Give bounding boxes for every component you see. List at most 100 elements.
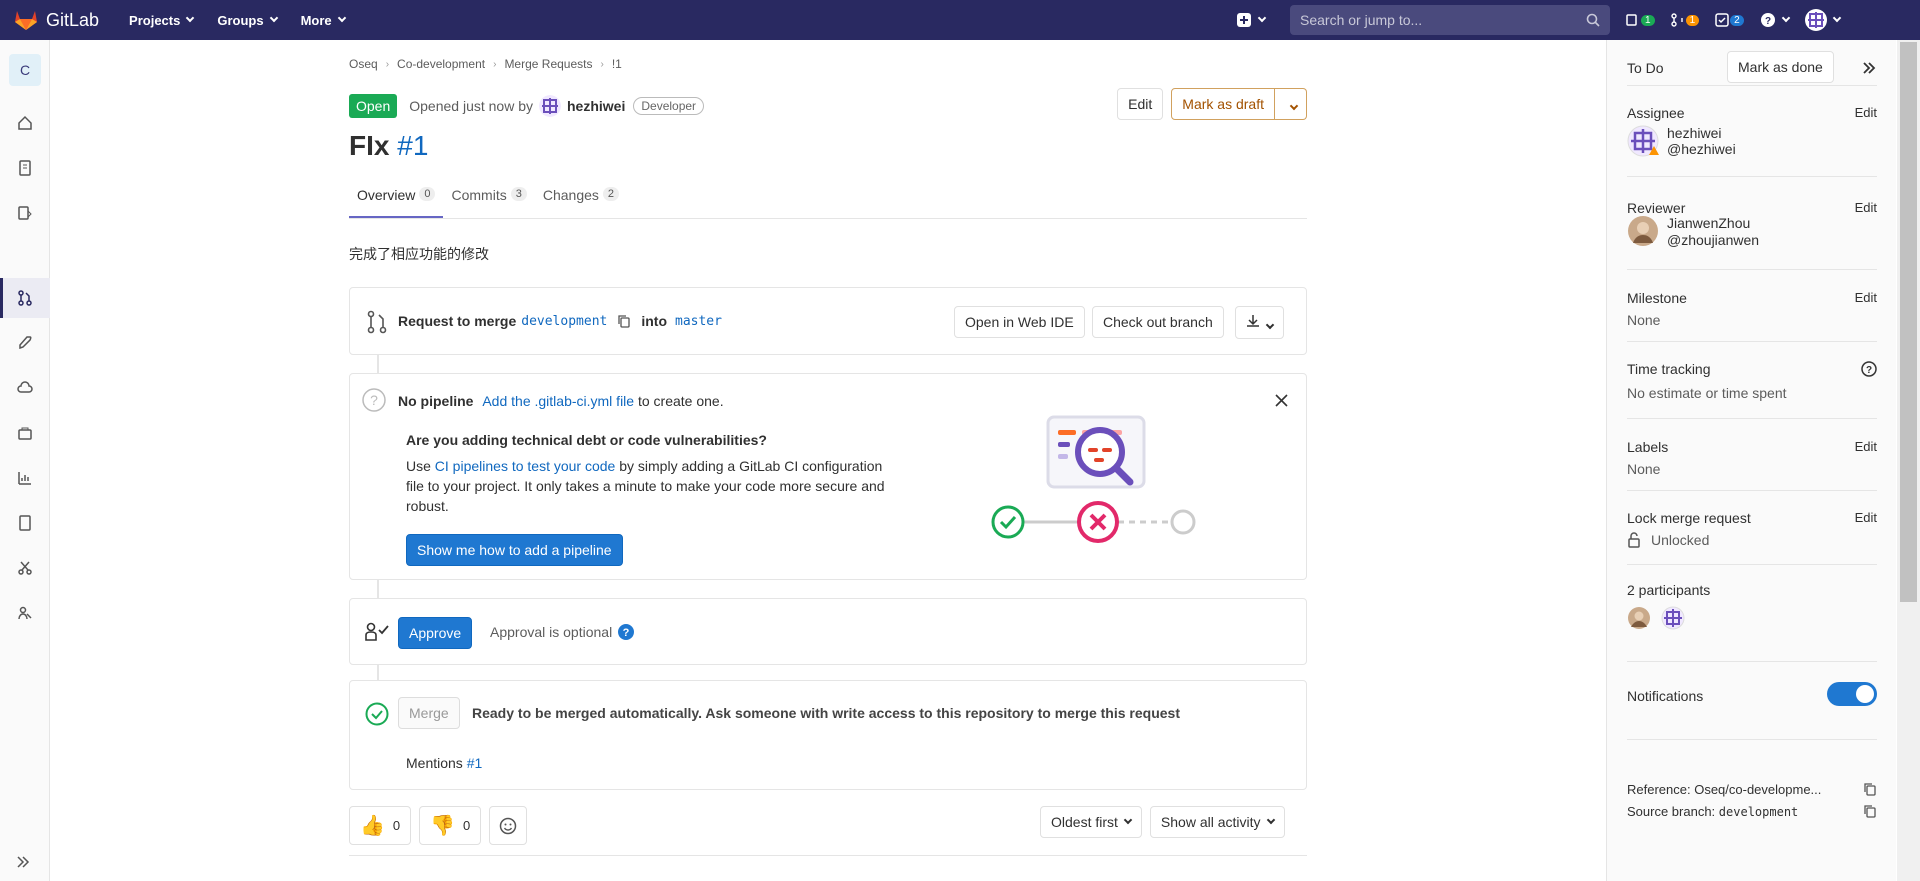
wiki-icon[interactable] bbox=[15, 513, 35, 533]
home-icon[interactable] bbox=[15, 113, 35, 133]
add-reaction-button[interactable] bbox=[489, 806, 528, 845]
award-emoji-bar: 👍 0 👎 0 bbox=[349, 806, 528, 845]
approve-button[interactable]: Approve bbox=[398, 617, 473, 649]
analytics-icon[interactable] bbox=[15, 468, 35, 488]
merge-button[interactable]: Merge bbox=[398, 697, 460, 729]
timeline-connector bbox=[377, 580, 379, 598]
todos-link[interactable]: 2 bbox=[1715, 13, 1744, 27]
members-icon[interactable] bbox=[15, 603, 35, 623]
target-branch-link[interactable]: master bbox=[675, 314, 722, 329]
chevron-down-icon bbox=[1832, 13, 1841, 23]
breadcrumb-merge-requests[interactable]: Merge Requests bbox=[504, 57, 592, 71]
issues-icon[interactable] bbox=[15, 203, 35, 223]
thumbs-down-button[interactable]: 👎 0 bbox=[419, 806, 482, 845]
copy-icon[interactable] bbox=[617, 314, 631, 328]
search-input[interactable]: Search or jump to... bbox=[1290, 5, 1610, 35]
copy-icon[interactable] bbox=[1863, 782, 1877, 796]
labels-edit-link[interactable]: Edit bbox=[1855, 439, 1877, 454]
notifications-toggle[interactable] bbox=[1827, 682, 1877, 706]
mark-as-draft-button[interactable]: Mark as draft bbox=[1171, 88, 1275, 120]
chevron-down-icon bbox=[1257, 13, 1267, 23]
help-icon[interactable]: ? bbox=[1861, 361, 1877, 377]
checkout-branch-button[interactable]: Check out branch bbox=[1092, 306, 1224, 338]
reviewer-edit-link[interactable]: Edit bbox=[1855, 200, 1877, 215]
cloud-icon[interactable] bbox=[15, 378, 35, 398]
download-icon bbox=[1247, 315, 1259, 327]
open-web-ide-button[interactable]: Open in Web IDE bbox=[954, 306, 1085, 338]
help-dropdown[interactable]: ? bbox=[1760, 12, 1790, 28]
copy-icon[interactable] bbox=[1863, 804, 1877, 818]
package-icon[interactable] bbox=[15, 423, 35, 443]
collapse-sidebar-icon[interactable] bbox=[1861, 60, 1877, 76]
merge-request-icon bbox=[1670, 13, 1683, 27]
assignee-edit-link[interactable]: Edit bbox=[1855, 105, 1877, 120]
reviewer-name[interactable]: JianwenZhou bbox=[1667, 215, 1750, 231]
reviewer-avatar[interactable] bbox=[1627, 215, 1659, 247]
participants-title: 2 participants bbox=[1627, 582, 1711, 598]
projects-menu-label: Projects bbox=[129, 12, 181, 28]
user-avatar-icon bbox=[1804, 9, 1827, 31]
svg-text:?: ? bbox=[1866, 365, 1872, 376]
more-actions-dropdown[interactable] bbox=[1275, 88, 1307, 120]
add-gitlab-ci-link[interactable]: Add the .gitlab-ci.yml file bbox=[482, 393, 634, 409]
new-item-dropdown[interactable] bbox=[1236, 0, 1267, 40]
check-circle-icon bbox=[365, 702, 389, 726]
sort-dropdown[interactable]: Oldest first bbox=[1040, 806, 1142, 838]
project-avatar[interactable]: C bbox=[9, 54, 41, 86]
pipeline-body-text: file to your project. It only takes a mi… bbox=[406, 478, 885, 494]
snippets-icon[interactable] bbox=[15, 558, 35, 578]
author-avatar[interactable] bbox=[539, 95, 561, 117]
participant-avatar[interactable] bbox=[1661, 606, 1685, 630]
mr-iid-link[interactable]: #1 bbox=[397, 130, 428, 161]
milestone-edit-link[interactable]: Edit bbox=[1855, 290, 1877, 305]
gitlab-logo-link[interactable]: GitLab bbox=[14, 9, 99, 31]
rocket-icon[interactable] bbox=[15, 333, 35, 353]
close-icon[interactable] bbox=[1275, 394, 1288, 407]
thumbs-up-button[interactable]: 👍 0 bbox=[349, 806, 412, 845]
assignee-avatar[interactable] bbox=[1627, 125, 1659, 157]
ci-pipelines-link[interactable]: CI pipelines to test your code bbox=[435, 458, 616, 474]
no-pipeline-title: No pipeline bbox=[398, 393, 474, 409]
search-icon bbox=[1586, 13, 1600, 27]
show-how-to-add-pipeline-button[interactable]: Show me how to add a pipeline bbox=[406, 534, 623, 566]
approval-status: Approval is optional ? bbox=[490, 624, 635, 640]
help-icon[interactable]: ? bbox=[618, 624, 635, 640]
tab-changes[interactable]: Changes 2 bbox=[535, 177, 627, 218]
merge-requests-link[interactable]: 1 bbox=[1670, 13, 1700, 27]
source-branch-value: development bbox=[1718, 805, 1799, 819]
tab-label: Overview bbox=[357, 187, 416, 203]
merge-request-icon[interactable] bbox=[15, 288, 35, 308]
collapse-sidebar-icon[interactable] bbox=[15, 854, 31, 873]
tab-commits[interactable]: Commits 3 bbox=[443, 177, 534, 218]
tab-label: Commits bbox=[451, 187, 507, 203]
tab-overview[interactable]: Overview 0 bbox=[349, 177, 444, 218]
scrollbar[interactable] bbox=[1897, 40, 1920, 881]
project-sidebar: C bbox=[0, 40, 50, 881]
milestone-section: Milestone Edit None bbox=[1627, 290, 1877, 342]
gitlab-logo-icon bbox=[15, 11, 37, 30]
more-menu[interactable]: More bbox=[301, 13, 346, 28]
author-name[interactable]: hezhiwei bbox=[567, 98, 625, 114]
opened-text: Opened just now by bbox=[409, 98, 533, 114]
repository-icon[interactable] bbox=[15, 158, 35, 178]
activity-filter-dropdown[interactable]: Show all activity bbox=[1149, 806, 1285, 838]
user-menu[interactable] bbox=[1804, 9, 1841, 31]
breadcrumb-group[interactable]: Oseq bbox=[349, 57, 378, 71]
download-dropdown[interactable] bbox=[1235, 306, 1284, 339]
mentions-link[interactable]: #1 bbox=[467, 755, 483, 771]
breadcrumb-project[interactable]: Co-development bbox=[397, 57, 485, 71]
mr-count-badge: 1 bbox=[1685, 14, 1700, 26]
source-branch-link[interactable]: development bbox=[521, 314, 607, 329]
participant-avatar[interactable] bbox=[1627, 606, 1651, 630]
chevron-down-icon bbox=[1123, 815, 1133, 825]
lock-edit-link[interactable]: Edit bbox=[1855, 510, 1877, 525]
scrollbar-thumb[interactable] bbox=[1900, 42, 1917, 602]
edit-button[interactable]: Edit bbox=[1117, 88, 1164, 120]
issues-link[interactable]: 1 bbox=[1626, 13, 1655, 27]
groups-menu[interactable]: Groups bbox=[217, 13, 278, 28]
breadcrumb-current[interactable]: !1 bbox=[612, 57, 622, 71]
labels-section: Labels Edit None bbox=[1627, 439, 1877, 491]
projects-menu[interactable]: Projects bbox=[129, 12, 195, 28]
assignee-name[interactable]: hezhiwei bbox=[1667, 125, 1721, 141]
mark-as-done-button[interactable]: Mark as done bbox=[1727, 51, 1834, 83]
